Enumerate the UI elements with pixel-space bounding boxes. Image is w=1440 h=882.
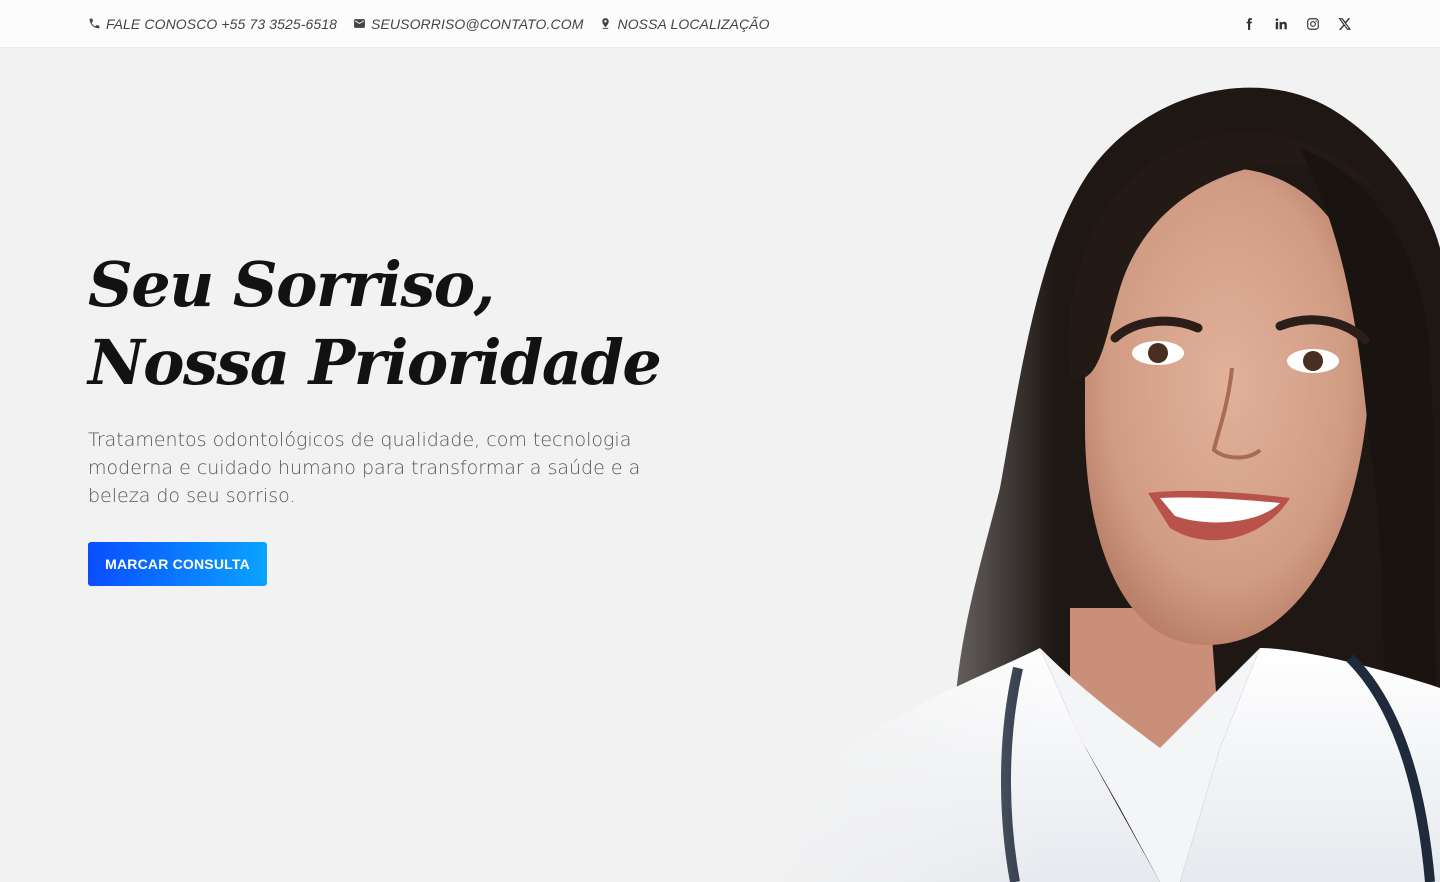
hero-section: Seu Sorriso, Nossa Prioridade Tratamento… — [0, 48, 1440, 882]
top-bar: FALE CONOSCO +55 73 3525-6518 SEUSORRISO… — [0, 0, 1440, 48]
location-text: NOSSA LOCALIZAÇÃO — [617, 15, 770, 32]
hero-content: Seu Sorriso, Nossa Prioridade Tratamento… — [88, 246, 728, 586]
email-link[interactable]: SEUSORRISO@CONTATO.COM — [353, 16, 583, 32]
hero-title: Seu Sorriso, Nossa Prioridade — [88, 246, 728, 402]
x-link[interactable] — [1338, 16, 1352, 32]
email-text: SEUSORRISO@CONTATO.COM — [371, 15, 584, 32]
location-pin-icon — [599, 17, 612, 30]
phone-link[interactable]: FALE CONOSCO +55 73 3525-6518 — [88, 16, 337, 32]
phone-text: FALE CONOSCO +55 73 3525-6518 — [106, 15, 338, 32]
facebook-link[interactable] — [1242, 16, 1256, 32]
schedule-appointment-button[interactable]: MARCAR CONSULTA — [88, 542, 267, 586]
location-link[interactable]: NOSSA LOCALIZAÇÃO — [599, 15, 770, 32]
hero-subtitle: Tratamentos odontológicos de qualidade, … — [88, 429, 641, 507]
x-twitter-icon — [1338, 17, 1352, 31]
social-links — [1242, 16, 1352, 32]
hero-title-line-2: Nossa Prioridade — [88, 326, 662, 399]
contact-list: FALE CONOSCO +55 73 3525-6518 SEUSORRISO… — [88, 16, 770, 32]
mail-icon — [353, 17, 366, 30]
instagram-icon — [1306, 17, 1320, 31]
linkedin-icon — [1274, 17, 1288, 31]
instagram-link[interactable] — [1306, 16, 1320, 32]
phone-icon — [88, 17, 101, 30]
dentist-photo — [740, 48, 1440, 882]
facebook-icon — [1242, 17, 1256, 31]
linkedin-link[interactable] — [1274, 16, 1288, 32]
hero-title-line-1: Seu Sorriso, — [88, 248, 495, 321]
